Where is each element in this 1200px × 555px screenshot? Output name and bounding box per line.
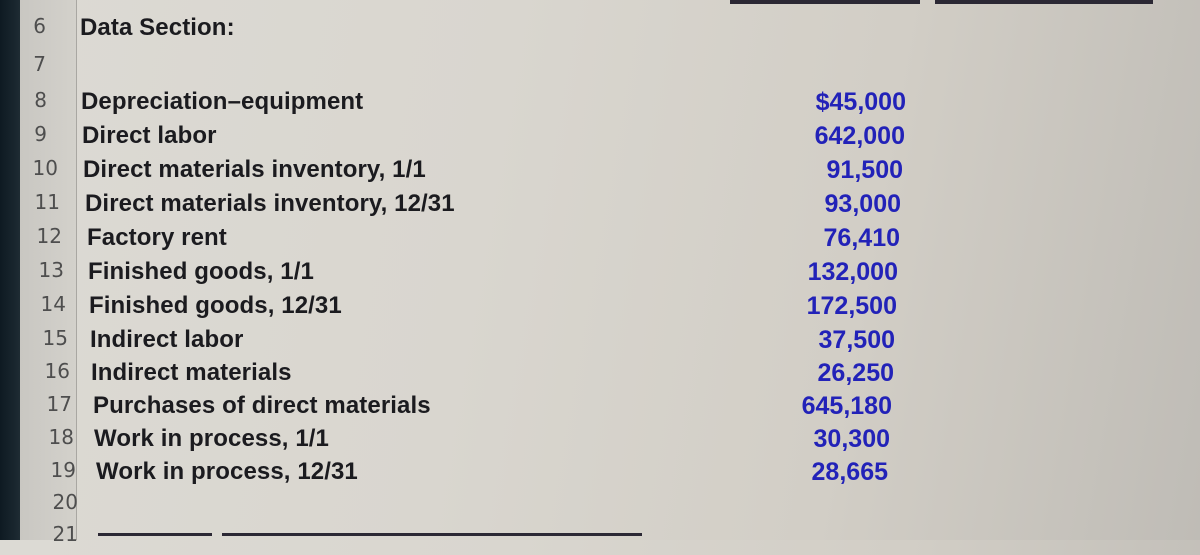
- sheet-row[interactable]: 10 Direct materials inventory, 1/1 91,50…: [0, 156, 1200, 189]
- row-label[interactable]: Finished goods, 12/31: [89, 292, 342, 320]
- row-label[interactable]: Factory rent: [87, 224, 227, 252]
- row-number[interactable]: 11: [20, 190, 60, 214]
- row-label[interactable]: Indirect labor: [90, 326, 243, 354]
- row-label[interactable]: Direct labor: [82, 122, 217, 150]
- row-label[interactable]: Direct materials inventory, 1/1: [83, 156, 426, 184]
- spreadsheet-grid: 6 Data Section: 7 8 Depreciation–equipme…: [0, 0, 1200, 546]
- row-value[interactable]: 642,000: [745, 122, 905, 151]
- cell-border-top: [730, 0, 920, 4]
- row-number[interactable]: 12: [22, 224, 62, 248]
- row-number[interactable]: 14: [26, 292, 66, 316]
- row-number[interactable]: 15: [28, 326, 68, 350]
- row-label[interactable]: Work in process, 1/1: [94, 425, 329, 453]
- sheet-row[interactable]: 20: [0, 490, 1200, 523]
- sheet-row[interactable]: 7: [0, 52, 1200, 85]
- row-value[interactable]: 91,500: [743, 156, 903, 185]
- sheet-row[interactable]: 12 Factory rent 76,410: [0, 224, 1200, 257]
- row-value[interactable]: 28,665: [728, 458, 888, 487]
- cell-border-top: [935, 0, 1153, 4]
- row-value[interactable]: 30,300: [730, 425, 890, 454]
- row-label[interactable]: Finished goods, 1/1: [88, 258, 314, 286]
- section-heading[interactable]: Data Section:: [80, 14, 235, 42]
- row-number[interactable]: 8: [7, 88, 47, 112]
- row-number[interactable]: 10: [18, 156, 58, 180]
- sheet-row[interactable]: 6 Data Section:: [0, 14, 1200, 47]
- sheet-row[interactable]: 17 Purchases of direct materials 645,180: [0, 392, 1200, 425]
- row-label[interactable]: Purchases of direct materials: [93, 392, 431, 420]
- row-number[interactable]: 16: [30, 359, 70, 383]
- sheet-row[interactable]: 16 Indirect materials 26,250: [0, 359, 1200, 392]
- row-number[interactable]: 18: [34, 425, 74, 449]
- cell-border-bottom: [222, 533, 642, 536]
- row-value[interactable]: 132,000: [738, 258, 898, 287]
- row-value[interactable]: 26,250: [734, 359, 894, 388]
- row-value[interactable]: 645,180: [732, 392, 892, 421]
- sheet-row[interactable]: 11 Direct materials inventory, 12/31 93,…: [0, 190, 1200, 223]
- sheet-row[interactable]: 14 Finished goods, 12/31 172,500: [0, 292, 1200, 325]
- row-value[interactable]: 37,500: [735, 326, 895, 355]
- row-number[interactable]: 19: [36, 458, 76, 482]
- row-value[interactable]: $45,000: [746, 88, 906, 117]
- row-number[interactable]: 21: [38, 522, 78, 546]
- cell-border-bottom: [98, 533, 212, 536]
- row-number[interactable]: 17: [32, 392, 72, 416]
- sheet-row[interactable]: 18 Work in process, 1/1 30,300: [0, 425, 1200, 458]
- row-value[interactable]: 172,500: [737, 292, 897, 321]
- row-label[interactable]: Direct materials inventory, 12/31: [85, 190, 455, 218]
- sheet-row[interactable]: 9 Direct labor 642,000: [0, 122, 1200, 155]
- row-number[interactable]: 6: [6, 14, 46, 38]
- row-label[interactable]: Indirect materials: [91, 359, 292, 387]
- row-number[interactable]: 13: [24, 258, 64, 282]
- row-number[interactable]: 7: [6, 52, 46, 76]
- row-number[interactable]: 20: [38, 490, 78, 514]
- sheet-row[interactable]: 15 Indirect labor 37,500: [0, 326, 1200, 359]
- row-label[interactable]: Depreciation–equipment: [81, 88, 363, 116]
- sheet-row[interactable]: 8 Depreciation–equipment $45,000: [0, 88, 1200, 121]
- sheet-row[interactable]: 13 Finished goods, 1/1 132,000: [0, 258, 1200, 291]
- row-label[interactable]: Work in process, 12/31: [96, 458, 358, 486]
- sheet-row[interactable]: 19 Work in process, 12/31 28,665: [0, 458, 1200, 491]
- row-value[interactable]: 93,000: [741, 190, 901, 219]
- row-number[interactable]: 9: [7, 122, 47, 146]
- row-value[interactable]: 76,410: [740, 224, 900, 253]
- sheet-row[interactable]: 21: [0, 522, 1200, 555]
